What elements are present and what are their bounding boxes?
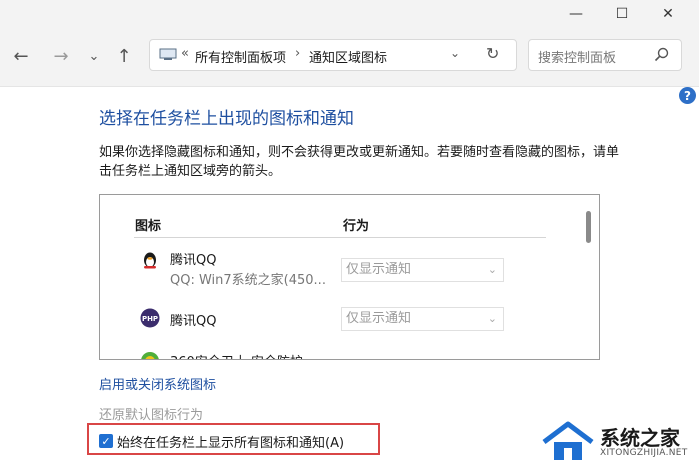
header-divider <box>134 237 546 238</box>
help-icon[interactable]: ? <box>679 87 696 104</box>
php-icon: PHP <box>140 308 160 328</box>
qq-penguin-icon <box>144 252 156 269</box>
system-icons-link[interactable]: 启用或关闭系统图标 <box>99 374 216 393</box>
address-bar[interactable]: « 所有控制面板项 › 通知区域图标 ⌄ ↻ <box>149 39 517 71</box>
row-app-name: 360安全卫士 安全防护... <box>170 351 315 359</box>
row-app-name: 腾讯QQ <box>170 253 217 268</box>
page-description: 如果你选择隐藏图标和通知，则不会获得更改或更新通知。若要随时查看隐藏的图标，请单… <box>99 145 620 179</box>
behavior-select[interactable]: 仅显示通知 ⌄ <box>341 258 504 282</box>
behavior-select-value: 仅显示通知 <box>346 311 412 326</box>
breadcrumb-separator[interactable]: › <box>295 46 300 61</box>
behavior-select-value: 仅显示通知 <box>346 262 412 277</box>
back-button[interactable]: ← <box>7 42 35 70</box>
maximize-button[interactable]: ☐ <box>599 0 645 28</box>
address-dropdown-icon[interactable]: ⌄ <box>450 46 460 60</box>
chevron-down-icon: ⌄ <box>487 263 497 276</box>
search-placeholder: 搜索控制面板 <box>538 51 617 66</box>
always-show-label[interactable]: 始终在任务栏上显示所有图标和通知(A) <box>117 432 344 451</box>
breadcrumb-notification-area-icons[interactable]: 通知区域图标 <box>309 47 387 66</box>
column-header-behavior: 行为 <box>343 219 370 234</box>
svg-text:PHP: PHP <box>142 315 158 323</box>
chevron-down-icon: ⌄ <box>487 312 497 325</box>
notification-icons-list[interactable]: 图标 行为 腾讯QQ QQ: Win7系统之家(450... 仅显示通知 ⌄ P… <box>99 194 600 360</box>
house-logo-icon <box>542 421 594 460</box>
control-panel-icon <box>159 48 177 60</box>
360-security-icon <box>141 352 159 359</box>
forward-button[interactable]: → <box>47 42 75 70</box>
title-bar: — ☐ ✕ <box>0 0 699 28</box>
restore-default-link: 还原默认图标行为 <box>99 408 204 423</box>
watermark-title: 系统之家 <box>600 426 680 450</box>
navigation-toolbar: ← → ⌄ ↑ « 所有控制面板项 › 通知区域图标 ⌄ ↻ 搜索控制面板 <box>0 28 699 87</box>
always-show-checkbox[interactable]: ✓ <box>99 434 113 448</box>
search-icon[interactable] <box>653 46 671 64</box>
recent-locations-button[interactable]: ⌄ <box>80 42 108 70</box>
close-button[interactable]: ✕ <box>645 0 691 28</box>
list-scrollbar[interactable] <box>586 211 591 243</box>
behavior-select[interactable]: 仅显示通知 ⌄ <box>341 307 504 331</box>
row-app-detail: QQ: Win7系统之家(450... <box>170 273 326 288</box>
up-button[interactable]: ↑ <box>110 42 138 70</box>
breadcrumb-all-control-panel-items[interactable]: 所有控制面板项 <box>195 47 286 66</box>
search-input[interactable]: 搜索控制面板 <box>528 39 682 71</box>
breadcrumb-overflow[interactable]: « <box>181 46 189 61</box>
site-watermark: 系统之家 XITONGZHIJIA.NET <box>540 418 696 468</box>
refresh-icon[interactable]: ↻ <box>486 44 499 63</box>
column-header-icon: 图标 <box>135 219 162 234</box>
page-title: 选择在任务栏上出现的图标和通知 <box>99 109 354 129</box>
row-app-name: 腾讯QQ <box>170 314 217 329</box>
minimize-button[interactable]: — <box>553 0 599 28</box>
watermark-url: XITONGZHIJIA.NET <box>600 448 688 458</box>
